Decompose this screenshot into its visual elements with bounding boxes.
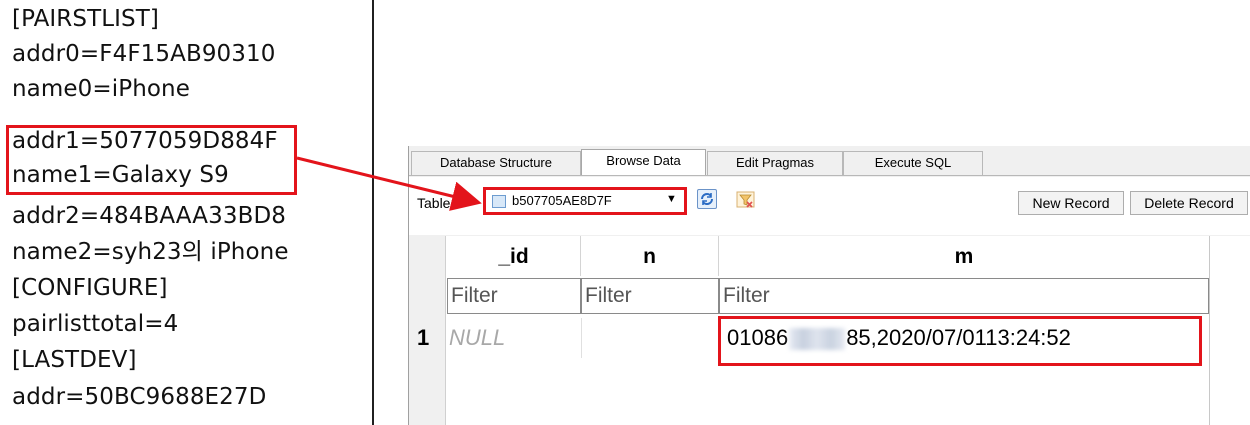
highlight-box-cell-m [718, 316, 1202, 366]
text-line: name2=syh23의 iPhone [12, 239, 289, 265]
filter-input-m[interactable]: Filter [719, 278, 1209, 314]
clear-filter-icon[interactable] [735, 189, 755, 209]
tab-edit-pragmas[interactable]: Edit Pragmas [707, 151, 843, 175]
tab-bar: Database Structure Browse Data Edit Prag… [409, 149, 1250, 176]
text-line: name0=iPhone [12, 76, 190, 102]
text-line: addr0=F4F15AB90310 [12, 41, 276, 67]
refresh-icon[interactable] [697, 189, 717, 209]
tab-database-structure[interactable]: Database Structure [411, 151, 581, 175]
column-header-id[interactable]: _id [447, 236, 581, 276]
text-line: addr2=484BAAA33BD8 [12, 203, 287, 229]
tab-execute-sql[interactable]: Execute SQL [843, 151, 983, 175]
text-line: [PAIRSTLIST] [12, 6, 159, 32]
table-label: Table: [417, 195, 455, 211]
text-file-panel: [PAIRSTLIST] addr0=F4F15AB90310 name0=iP… [0, 0, 374, 425]
chevron-down-icon: ▼ [666, 193, 677, 205]
db-browser-window: Database Structure Browse Data Edit Prag… [408, 146, 1250, 425]
tab-divider [409, 175, 1250, 176]
text-line: [LASTDEV] [12, 347, 137, 373]
table-select[interactable]: b507705AE8D7F ▼ [483, 187, 687, 215]
table-cell-n[interactable] [581, 318, 719, 358]
table-select-value: b507705AE8D7F [512, 193, 612, 208]
column-header-n[interactable]: n [581, 236, 719, 276]
text-line: [CONFIGURE] [12, 275, 168, 301]
row-number: 1 [417, 325, 430, 350]
filter-input-n[interactable]: Filter [581, 278, 719, 314]
delete-record-button[interactable]: Delete Record [1130, 191, 1248, 215]
text-line: pairlisttotal=4 [12, 311, 179, 337]
column-header-m[interactable]: m [719, 236, 1209, 276]
highlight-box-addr1-name1 [6, 125, 297, 195]
tab-browse-data[interactable]: Browse Data [581, 149, 706, 176]
text-line: addr=50BC9688E27D [12, 384, 267, 410]
browse-toolbar: Table: b507705AE8D7F ▼ New Record Delete… [409, 177, 1250, 235]
table-icon [492, 195, 506, 208]
filter-input-id[interactable]: Filter [447, 278, 581, 314]
new-record-button[interactable]: New Record [1018, 191, 1124, 215]
table-cell-id[interactable]: NULL [447, 318, 581, 358]
